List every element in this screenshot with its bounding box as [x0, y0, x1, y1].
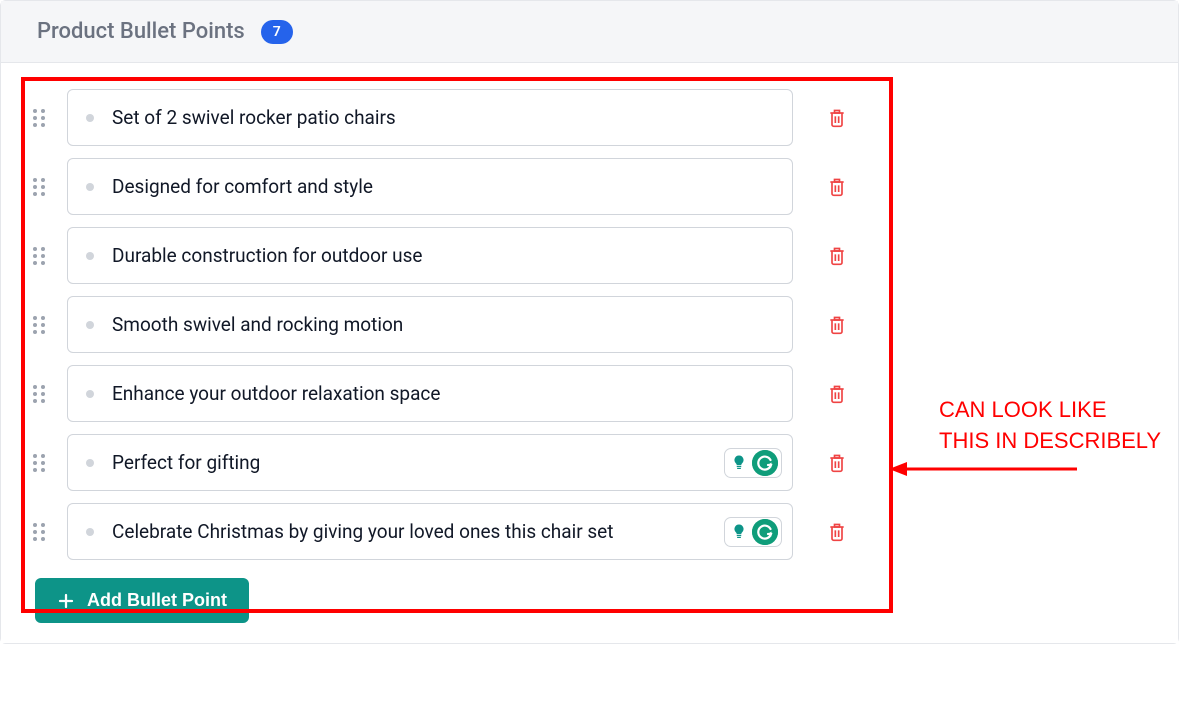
add-bullet-button[interactable]: Add Bullet Point	[35, 578, 249, 623]
bullet-dot-icon	[86, 321, 94, 329]
bullet-row: Celebrate Christmas by giving your loved…	[29, 497, 1150, 566]
bullet-input[interactable]: Celebrate Christmas by giving your loved…	[67, 503, 793, 560]
trash-icon	[827, 383, 847, 405]
drag-handle-icon[interactable]	[29, 108, 49, 128]
bullet-text[interactable]: Smooth swivel and rocking motion	[112, 313, 774, 336]
drag-handle-icon[interactable]	[29, 384, 49, 404]
drag-handle-icon[interactable]	[29, 315, 49, 335]
bullet-row: Smooth swivel and rocking motion	[29, 290, 1150, 359]
bullet-row: Enhance your outdoor relaxation space	[29, 359, 1150, 428]
bullet-row: Designed for comfort and style	[29, 152, 1150, 221]
bullet-points-panel: Product Bullet Points 7 Set of 2 swivel …	[0, 0, 1179, 644]
grammarly-icon[interactable]	[752, 450, 778, 476]
bullet-dot-icon	[86, 252, 94, 260]
delete-button[interactable]	[825, 521, 849, 543]
delete-button[interactable]	[825, 245, 849, 267]
trash-icon	[827, 245, 847, 267]
bullet-input[interactable]: Designed for comfort and style	[67, 158, 793, 215]
bullet-input[interactable]: Set of 2 swivel rocker patio chairs	[67, 89, 793, 146]
bullet-text[interactable]: Enhance your outdoor relaxation space	[112, 382, 774, 405]
trash-icon	[827, 107, 847, 129]
bullet-input[interactable]: Durable construction for outdoor use	[67, 227, 793, 284]
panel-body: Set of 2 swivel rocker patio chairs Desig…	[1, 63, 1178, 643]
input-assist-icons	[724, 517, 782, 547]
trash-icon	[827, 521, 847, 543]
bullet-row: Durable construction for outdoor use	[29, 221, 1150, 290]
drag-handle-icon[interactable]	[29, 522, 49, 542]
delete-button[interactable]	[825, 176, 849, 198]
trash-icon	[827, 314, 847, 336]
panel-header: Product Bullet Points 7	[1, 1, 1178, 63]
bullet-dot-icon	[86, 459, 94, 467]
delete-button[interactable]	[825, 314, 849, 336]
bullet-list: Set of 2 swivel rocker patio chairs Desig…	[21, 77, 1158, 572]
count-badge: 7	[261, 20, 293, 44]
bullet-input[interactable]: Perfect for gifting	[67, 434, 793, 491]
drag-handle-icon[interactable]	[29, 453, 49, 473]
bullet-text[interactable]: Designed for comfort and style	[112, 175, 774, 198]
bullet-input[interactable]: Smooth swivel and rocking motion	[67, 296, 793, 353]
bullet-text[interactable]: Celebrate Christmas by giving your loved…	[112, 520, 774, 543]
bullet-dot-icon	[86, 114, 94, 122]
drag-handle-icon[interactable]	[29, 246, 49, 266]
bullet-dot-icon	[86, 528, 94, 536]
bullet-row: Perfect for gifting	[29, 428, 1150, 497]
trash-icon	[827, 452, 847, 474]
bullet-text[interactable]: Set of 2 swivel rocker patio chairs	[112, 106, 774, 129]
input-assist-icons	[724, 448, 782, 478]
drag-handle-icon[interactable]	[29, 177, 49, 197]
grammarly-icon[interactable]	[752, 519, 778, 545]
bullet-dot-icon	[86, 183, 94, 191]
bullet-input[interactable]: Enhance your outdoor relaxation space	[67, 365, 793, 422]
delete-button[interactable]	[825, 383, 849, 405]
page-title: Product Bullet Points	[37, 19, 245, 44]
lightbulb-icon[interactable]	[728, 521, 750, 543]
bullet-dot-icon	[86, 390, 94, 398]
bullet-text[interactable]: Perfect for gifting	[112, 451, 774, 474]
lightbulb-icon[interactable]	[728, 452, 750, 474]
add-button-label: Add Bullet Point	[87, 590, 227, 611]
bullet-text[interactable]: Durable construction for outdoor use	[112, 244, 774, 267]
delete-button[interactable]	[825, 107, 849, 129]
bullet-row: Set of 2 swivel rocker patio chairs	[29, 83, 1150, 152]
delete-button[interactable]	[825, 452, 849, 474]
plus-icon	[57, 592, 75, 610]
trash-icon	[827, 176, 847, 198]
